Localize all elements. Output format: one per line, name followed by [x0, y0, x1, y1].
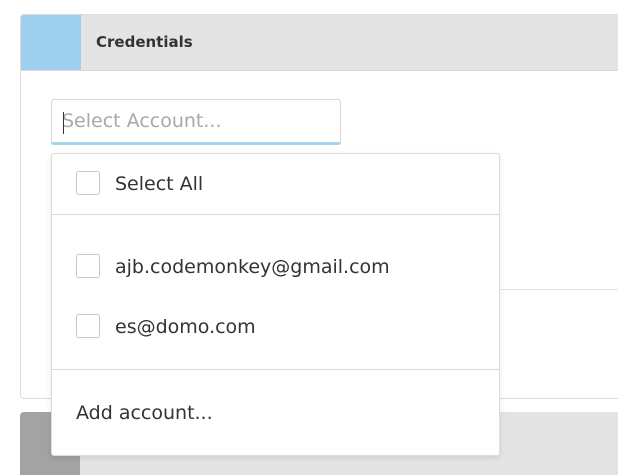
select-all-checkbox[interactable]: [76, 171, 100, 195]
select-all-option[interactable]: Select All: [52, 164, 499, 204]
dropdown-separator: [52, 214, 499, 215]
card-divider: [501, 289, 618, 290]
account-option[interactable]: es@domo.com: [52, 307, 499, 347]
account-checkbox[interactable]: [76, 254, 100, 278]
add-account-link[interactable]: Add account...: [76, 393, 213, 433]
select-all-label: Select All: [115, 173, 204, 195]
credentials-title: Credentials: [96, 33, 193, 51]
account-checkbox[interactable]: [76, 314, 100, 338]
credentials-accent-bar: [21, 15, 81, 70]
text-caret: [63, 112, 64, 134]
dropdown-separator: [52, 369, 499, 370]
account-label: es@domo.com: [115, 316, 256, 338]
account-option[interactable]: ajb.codemonkey@gmail.com: [52, 247, 499, 287]
account-dropdown: Select All ajb.codemonkey@gmail.com es@d…: [51, 153, 500, 456]
credentials-card-header[interactable]: Credentials: [21, 15, 618, 71]
page: Credentials Select All ajb.codemonkey@gm…: [0, 0, 618, 475]
account-label: ajb.codemonkey@gmail.com: [115, 256, 390, 278]
account-select[interactable]: [51, 99, 341, 145]
account-select-input[interactable]: [62, 100, 332, 142]
